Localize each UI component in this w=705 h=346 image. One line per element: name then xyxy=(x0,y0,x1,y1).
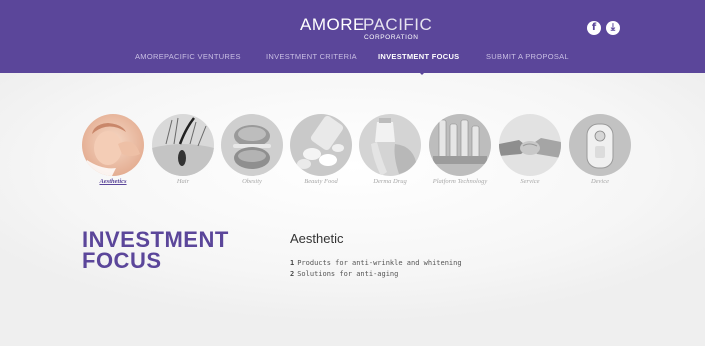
category-obesity[interactable]: Obesity xyxy=(221,114,283,209)
category-device[interactable]: Device xyxy=(569,114,631,209)
active-nav-pointer xyxy=(418,71,426,75)
page-title-line2: FOCUS xyxy=(82,248,162,273)
category-service[interactable]: Service xyxy=(499,114,561,209)
list-item-text: Products for anti-wrinkle and whitening xyxy=(297,259,462,267)
list-item: 1 Products for anti-wrinkle and whitening xyxy=(290,259,462,270)
list-item: 2 Solutions for anti-aging xyxy=(290,270,462,281)
platform-technology-photo xyxy=(429,114,491,176)
beauty-food-photo xyxy=(290,114,352,176)
header-bar: AMORE PACIFIC CORPORATION f ⤓ AMOREPACIF… xyxy=(0,0,705,73)
derma-drug-photo xyxy=(359,114,421,176)
obesity-photo xyxy=(221,114,283,176)
list-item-text: Solutions for anti-aging xyxy=(297,270,399,278)
category-aesthetics[interactable]: Aesthetics xyxy=(82,114,144,209)
category-hair[interactable]: Hair xyxy=(152,114,214,209)
list-item-number: 1 xyxy=(290,259,295,267)
main-nav: AMOREPACIFIC VENTURES INVESTMENT CRITERI… xyxy=(0,52,705,68)
detail-list: 1 Products for anti-wrinkle and whitening… xyxy=(290,259,462,281)
category-beauty-food[interactable]: Beauty Food xyxy=(290,114,352,209)
category-derma-drug[interactable]: Derma Drug xyxy=(359,114,421,209)
logo-brand-bold: AMORE xyxy=(300,15,365,34)
device-photo xyxy=(569,114,631,176)
category-label: Device xyxy=(590,178,610,185)
logo-brand-light: PACIFIC xyxy=(363,15,433,34)
facebook-icon[interactable]: f xyxy=(587,21,601,35)
amorepacific-logo[interactable]: AMORE PACIFIC CORPORATION xyxy=(300,15,432,45)
page-title-line1: INVESTMENT xyxy=(82,227,229,252)
download-icon[interactable]: ⤓ xyxy=(606,21,620,35)
nav-item-ventures[interactable]: AMOREPACIFIC VENTURES xyxy=(135,52,241,61)
page-title: INVESTMENT FOCUS xyxy=(82,227,272,273)
nav-item-submit-proposal[interactable]: SUBMIT A PROPOSAL xyxy=(486,52,569,61)
hair-photo xyxy=(152,114,214,176)
category-platform-technology[interactable]: Platform Technology xyxy=(429,114,491,209)
page: AMORE PACIFIC CORPORATION f ⤓ AMOREPACIF… xyxy=(0,0,705,346)
nav-item-investment-focus[interactable]: INVESTMENT FOCUS xyxy=(378,52,459,61)
list-item-number: 2 xyxy=(290,270,295,278)
detail-heading: Aesthetic xyxy=(290,231,344,246)
service-photo xyxy=(499,114,561,176)
logo-brand-sub: CORPORATION xyxy=(364,34,419,41)
aesthetics-photo xyxy=(82,114,144,176)
nav-item-criteria[interactable]: INVESTMENT CRITERIA xyxy=(266,52,357,61)
